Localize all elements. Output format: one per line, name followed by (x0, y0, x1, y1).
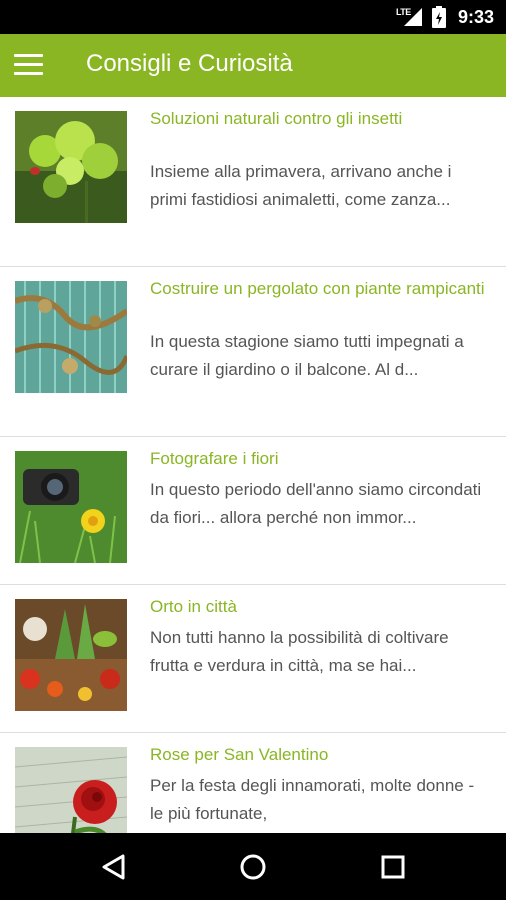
home-icon[interactable] (237, 851, 269, 883)
battery-icon (431, 6, 446, 28)
article-thumbnail (15, 599, 127, 711)
app-bar: Consigli e Curiosità (0, 34, 506, 97)
article-title: Fotografare i fiori (150, 449, 279, 468)
network-type: LTE (395, 7, 411, 17)
article-item[interactable]: Rose per San Valentino Per la festa degl… (0, 733, 506, 833)
recent-apps-icon[interactable] (377, 851, 409, 883)
clock: 9:33 (457, 6, 494, 27)
app-title: Consigli e Curiosità (86, 50, 293, 77)
article-title: Soluzioni naturali contro gli insetti (150, 109, 403, 128)
lte-signal-icon: LTE (396, 6, 424, 28)
article-excerpt: Non tutti hanno la possibilità di coltiv… (150, 628, 449, 675)
article-item[interactable]: Costruire un pergolato con piante rampic… (0, 267, 506, 437)
back-icon[interactable] (98, 851, 130, 883)
article-thumbnail (15, 451, 127, 563)
article-title: Rose per San Valentino (150, 745, 329, 764)
status-icons: LTE 9:33 (396, 0, 494, 34)
article-thumbnail (15, 281, 127, 393)
article-title: Costruire un pergolato con piante rampic… (150, 279, 485, 298)
article-title: Orto in città (150, 597, 237, 616)
article-excerpt: In questo periodo dell'anno siamo circon… (150, 480, 482, 527)
navigation-bar (0, 833, 506, 900)
article-excerpt: Insieme alla primavera, arrivano anche i… (150, 162, 452, 209)
article-thumbnail (15, 747, 127, 833)
hamburger-menu-icon[interactable] (14, 54, 43, 76)
article-item[interactable]: Soluzioni naturali contro gli insetti In… (0, 97, 506, 267)
status-bar: LTE 9:33 (0, 0, 506, 34)
article-excerpt: In questa stagione siamo tutti impegnati… (150, 332, 464, 379)
article-item[interactable]: Fotografare i fiori In questo periodo de… (0, 437, 506, 585)
article-item[interactable]: Orto in città Non tutti hanno la possibi… (0, 585, 506, 733)
article-thumbnail (15, 111, 127, 223)
article-list[interactable]: Soluzioni naturali contro gli insetti In… (0, 97, 506, 833)
article-excerpt: Per la festa degli innamorati, molte don… (150, 776, 475, 823)
